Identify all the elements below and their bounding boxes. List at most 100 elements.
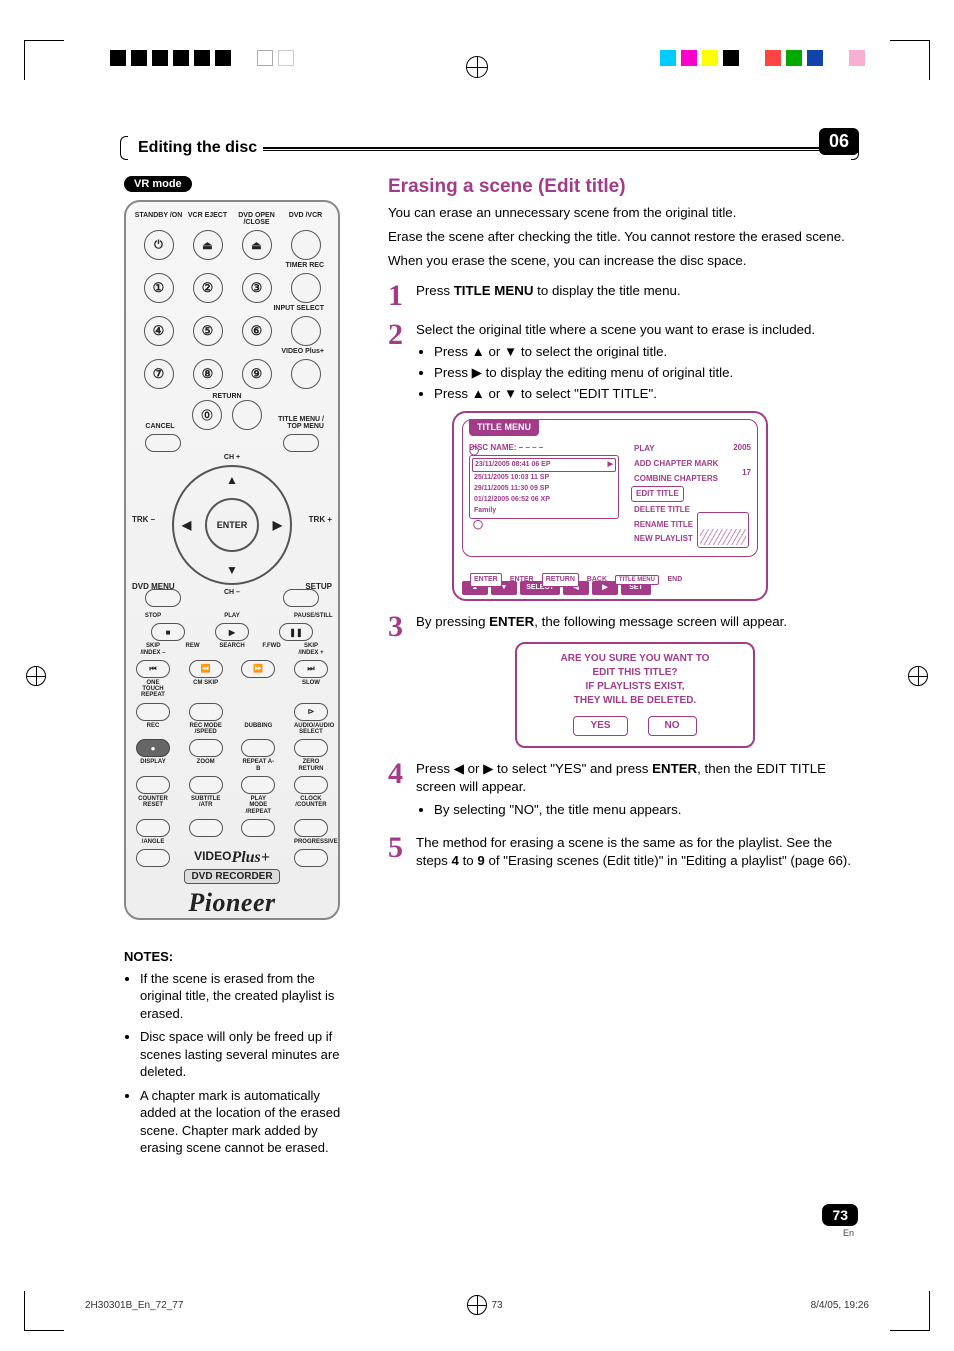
label-cancel: CANCEL	[140, 423, 180, 430]
intro-text: You can erase an unnecessary scene from …	[388, 204, 854, 222]
step-5: 5 The method for erasing a scene is the …	[388, 834, 854, 871]
eject-icon: ⏏	[242, 230, 272, 260]
stop-button: ■	[151, 623, 185, 641]
clock-button	[294, 819, 328, 837]
step-number: 2	[388, 321, 416, 348]
num-3: ③	[242, 273, 272, 303]
nav-down-icon: ◯	[473, 518, 483, 531]
label-ffwd: F.FWD	[255, 643, 289, 656]
label-timer-rec: TIMER REC	[134, 262, 330, 269]
step-text: , the following message screen will appe…	[534, 614, 787, 629]
label-clock: CLOCK /COUNTER	[294, 796, 328, 815]
arrow-up-icon: ▲	[226, 473, 238, 487]
subtitle-button	[189, 819, 223, 837]
label-video-plus: VIDEO Plus+	[134, 348, 330, 355]
crop-mark-bl	[24, 1291, 64, 1331]
label-return: RETURN	[212, 393, 241, 400]
registration-icon-right	[908, 666, 928, 686]
label-subtitle: SUBTITLE /ATR	[189, 796, 223, 815]
footer-page: 73	[491, 1300, 502, 1311]
osd-disc-name: DISC NAME: – – – –	[469, 442, 619, 453]
keycap-return: RETURN	[542, 573, 579, 587]
dvd-menu-button	[145, 589, 181, 607]
notes: NOTES: If the scene is erased from the o…	[124, 948, 354, 1163]
label-skip-prev: SKIP /INDEX –	[136, 643, 170, 656]
osd-extra: 17	[733, 467, 751, 478]
label-rec: REC	[136, 723, 170, 736]
label-playmode: PLAY MODE /REPEAT	[241, 796, 275, 815]
num-1: ①	[144, 273, 174, 303]
display-button	[136, 776, 170, 794]
label-slow: SLOW	[294, 680, 328, 699]
note-item: Disc space will only be freed up if scen…	[140, 1028, 354, 1081]
intro-text: Erase the scene after checking the title…	[388, 228, 854, 246]
videoplus-button	[291, 359, 321, 389]
page-number: 73	[822, 1204, 858, 1226]
rew-button: ⏪	[189, 660, 223, 678]
label-display: DISPLAY	[136, 759, 170, 772]
dialog-yes: YES	[573, 716, 627, 736]
label-ch-plus: CH +	[134, 454, 330, 461]
title-menu-button	[283, 434, 319, 452]
chapter-header: Editing the disc	[120, 136, 859, 160]
dvd-vcr-button	[291, 230, 321, 260]
input-select-button	[291, 316, 321, 346]
step-text-bold: 9	[477, 853, 484, 868]
num-6: ⑥	[242, 316, 272, 346]
dialog-text: EDIT THIS TITLE?	[527, 666, 743, 680]
num-2: ②	[193, 273, 223, 303]
ffwd-button: ⏩	[241, 660, 275, 678]
label-dubbing: DUBBING	[241, 723, 275, 736]
dvd-recorder-bar: DVD RECORDER	[184, 869, 279, 884]
video-logo: VIDEO	[194, 849, 231, 863]
num-5: ⑤	[193, 316, 223, 346]
step-text: of "Erasing scenes (Edit title)" in "Edi…	[485, 853, 851, 868]
step-text: Select the original title where a scene …	[416, 322, 815, 337]
label-title-menu: TITLE MENU / TOP MENU	[274, 416, 324, 430]
power-icon: ⏻	[144, 230, 174, 260]
label-dvd-open: DVD OPEN /CLOSE	[232, 212, 281, 226]
play-button: ▶	[215, 623, 249, 641]
step-text-bold: ENTER	[489, 614, 534, 629]
setup-button	[283, 589, 319, 607]
osd-list-item: 01/12/2005 06:52 06 XP	[474, 495, 550, 504]
osd-list-item: 29/11/2005 11:30 09 SP	[474, 484, 549, 493]
osd-thumbnail	[697, 512, 749, 548]
dialog-text: IF PLAYLISTS EXIST,	[527, 680, 743, 694]
footer: 2H30301B_En_72_77 73 8/4/05, 19:26	[85, 1300, 869, 1311]
direction-pad: ▲ ▼ ◀ ▶ ENTER	[172, 465, 292, 585]
label-standby: STANDBY /ON	[134, 212, 183, 226]
confirm-dialog: ARE YOU SURE YOU WANT TO EDIT THIS TITLE…	[515, 642, 755, 748]
counterreset-button	[136, 819, 170, 837]
skip-next-button: ⏭	[294, 660, 328, 678]
section-heading: Erasing a scene (Edit title)	[388, 176, 854, 198]
osd-arrow-icon: ▶	[608, 460, 613, 469]
label-cmskip: CM SKIP	[189, 680, 223, 699]
osd-list-item: 25/11/2005 10:03 11 SP	[474, 473, 549, 482]
progressive-button	[294, 849, 328, 867]
label-setup: SETUP	[305, 582, 332, 591]
keycap-label: ENTER	[505, 575, 539, 585]
step-bullet: Press ▲ or ▼ to select the original titl…	[434, 343, 854, 362]
enter-button: ENTER	[205, 498, 259, 552]
osd-extra: 2005	[733, 442, 751, 453]
label-rew: REW	[176, 643, 210, 656]
keycap-label: BACK	[582, 575, 612, 585]
label-onetouch: ONE TOUCH REPEAT	[136, 680, 170, 699]
slow-button: ⊳	[294, 703, 328, 721]
keycap-label: END	[662, 575, 688, 585]
timer-rec-button	[291, 273, 321, 303]
arrow-left-icon: ◀	[182, 518, 191, 532]
label-trk-plus: TRK +	[309, 515, 332, 524]
onetouch-button	[136, 703, 170, 721]
recmode-button	[189, 739, 223, 757]
step-4: 4 Press ◀ or ▶ to select "YES" and press…	[388, 760, 854, 822]
intro-text: When you erase the scene, you can increa…	[388, 252, 854, 270]
dialog-no: NO	[648, 716, 697, 736]
step-text-bold: ENTER	[652, 761, 697, 776]
cmskip-button	[189, 703, 223, 721]
return-button	[232, 400, 262, 430]
dialog-text: ARE YOU SURE YOU WANT TO	[527, 652, 743, 666]
osd-list-item: Family	[474, 506, 496, 515]
step-text: to display the title menu.	[533, 283, 680, 298]
